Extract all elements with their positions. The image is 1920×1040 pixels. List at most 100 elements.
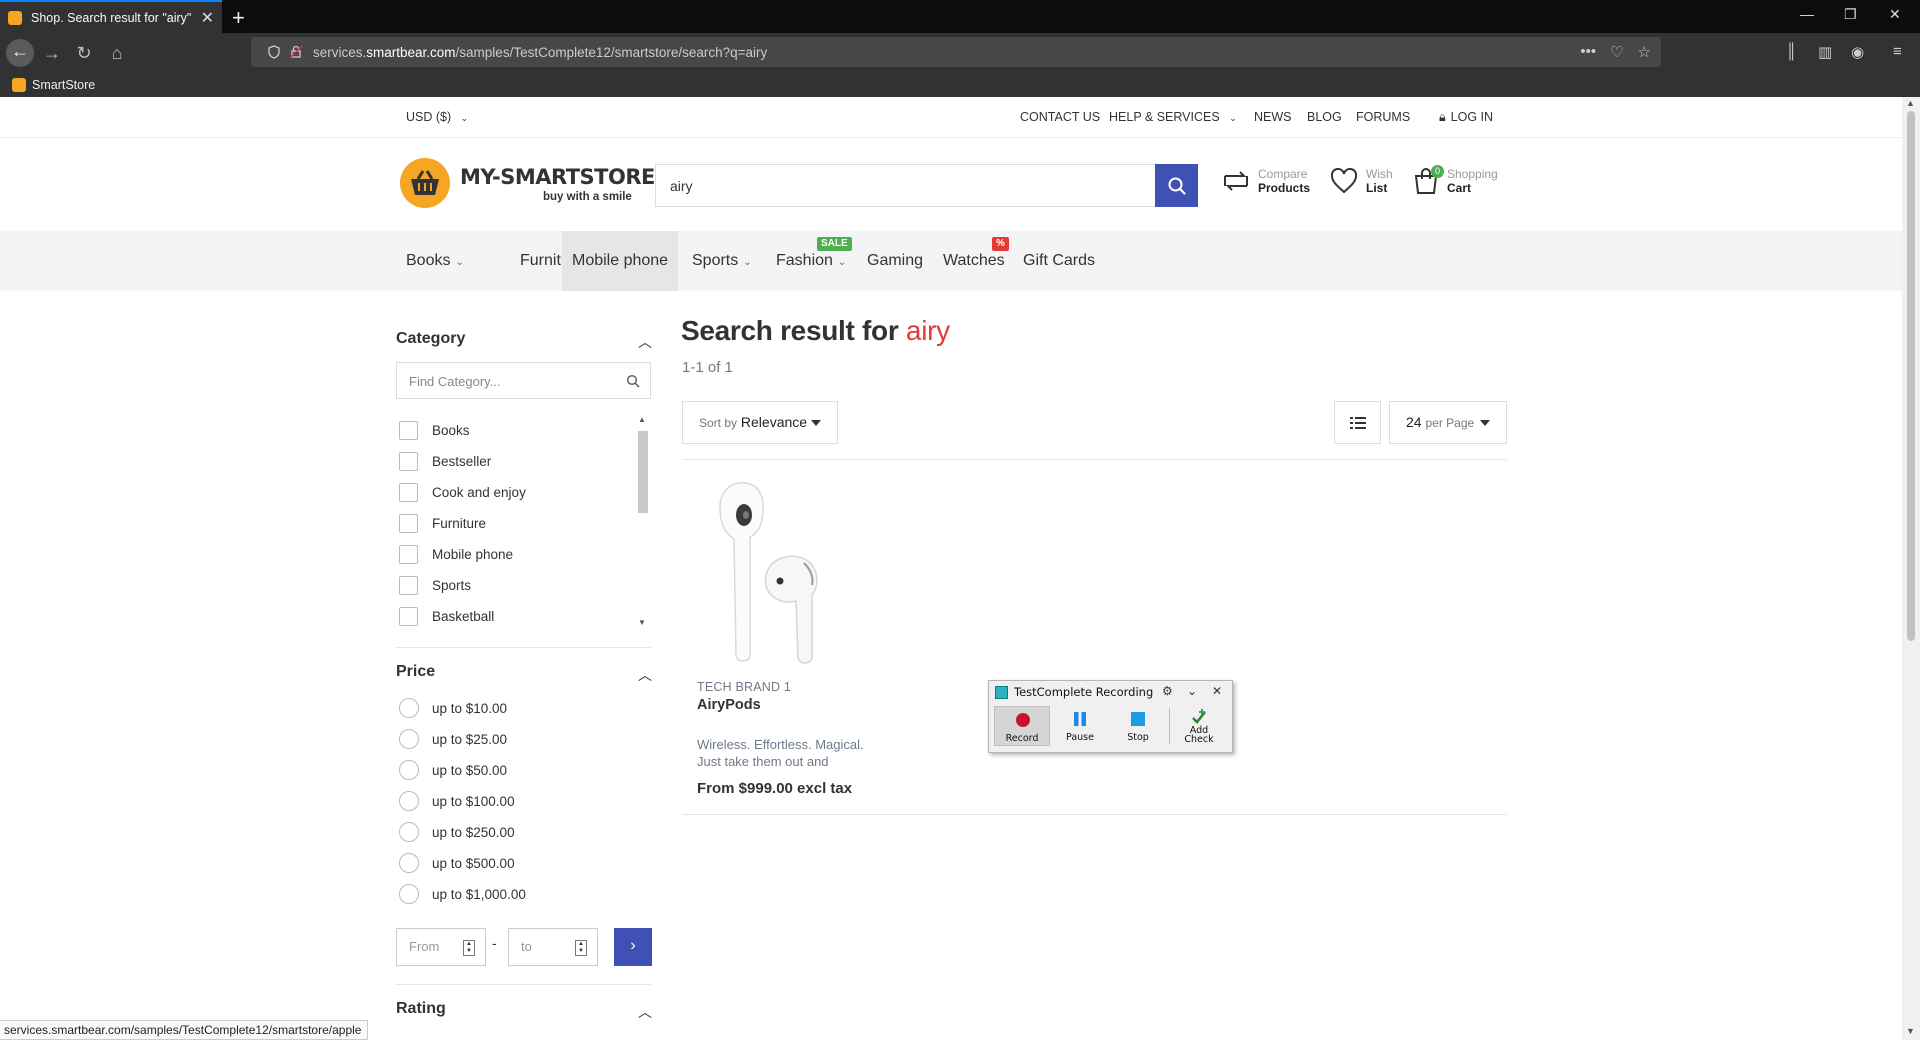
price-from-input[interactable]: From ▲ ▼: [396, 928, 486, 966]
category-option[interactable]: Cook and enjoy: [399, 483, 526, 502]
logo-basket-icon[interactable]: [400, 158, 450, 208]
per-page-dropdown[interactable]: 24 per Page: [1389, 401, 1507, 444]
radio[interactable]: [399, 884, 419, 904]
radio[interactable]: [399, 822, 419, 842]
url-bar[interactable]: services. smartbear.com/samples/TestCompl…: [251, 37, 1661, 67]
insecure-lock-icon[interactable]: [289, 45, 303, 59]
menu-item-mobile-phone[interactable]: Mobile phone: [562, 231, 679, 291]
category-option[interactable]: Basketball: [399, 607, 494, 626]
chevron-down-icon[interactable]: ⌄: [1187, 684, 1197, 698]
forward-arrow-icon[interactable]: →: [40, 41, 64, 65]
price-option[interactable]: up to $10.00: [399, 698, 507, 718]
checkbox[interactable]: [399, 576, 418, 595]
add-check-button[interactable]: Add Check: [1171, 706, 1227, 746]
wish-list-link[interactable]: Wish List: [1330, 167, 1393, 195]
category-scrollbar[interactable]: ▲ ▼: [636, 415, 650, 635]
category-option[interactable]: Furniture: [399, 514, 486, 533]
logo-text[interactable]: MY-SMARTSTORE: [460, 165, 655, 189]
forums-link[interactable]: FORUMS: [1356, 110, 1410, 124]
home-icon[interactable]: ⌂: [105, 41, 129, 65]
sort-dropdown[interactable]: Sort by Relevance: [682, 401, 838, 444]
product-image[interactable]: [700, 479, 850, 669]
radio[interactable]: [399, 760, 419, 780]
gear-icon[interactable]: ⚙: [1162, 684, 1173, 698]
account-icon[interactable]: ◉: [1851, 43, 1864, 61]
sidebar-toggle-icon[interactable]: ▥: [1818, 43, 1832, 61]
radio[interactable]: [399, 729, 419, 749]
product-brand[interactable]: TECH BRAND 1: [697, 680, 791, 694]
category-search-input[interactable]: Find Category...: [396, 362, 651, 399]
restore-icon[interactable]: ❐: [1844, 6, 1857, 23]
browser-tab[interactable]: Shop. Search result for "airy" ✕: [0, 0, 222, 33]
category-option[interactable]: Sports: [399, 576, 471, 595]
category-option[interactable]: Books: [399, 421, 470, 440]
radio[interactable]: [399, 853, 419, 873]
menu-item-gift-cards[interactable]: Gift Cards: [1013, 231, 1105, 291]
scroll-up-icon[interactable]: ▲: [1906, 98, 1915, 108]
menu-item-gaming[interactable]: Gaming: [857, 231, 933, 291]
reload-icon[interactable]: ↻: [72, 41, 96, 65]
record-button[interactable]: Record: [994, 706, 1050, 746]
number-spinner-icon[interactable]: ▲ ▼: [463, 940, 475, 956]
chevron-up-icon[interactable]: ︿: [638, 332, 652, 352]
price-option[interactable]: up to $1,000.00: [399, 884, 526, 904]
price-facet-title[interactable]: Price: [396, 663, 435, 681]
rating-facet-title[interactable]: Rating: [396, 1000, 446, 1018]
window-close-icon[interactable]: ✕: [1889, 6, 1901, 23]
checkbox[interactable]: [399, 514, 418, 533]
news-link[interactable]: NEWS: [1254, 110, 1292, 124]
chevron-up-icon[interactable]: ︿: [638, 1002, 652, 1022]
product-name-link[interactable]: AiryPods: [697, 697, 761, 713]
close-icon[interactable]: ✕: [1212, 684, 1222, 698]
shopping-cart-link[interactable]: Shopping Cart: [1413, 167, 1498, 195]
price-option[interactable]: up to $500.00: [399, 853, 515, 873]
hamburger-menu-icon[interactable]: ≡: [1893, 43, 1902, 60]
search-input[interactable]: [655, 164, 1155, 207]
checkbox[interactable]: [399, 452, 418, 471]
scrollbar-thumb[interactable]: [1907, 111, 1915, 641]
bookmark-smartstore[interactable]: SmartStore: [32, 78, 95, 92]
currency-selector[interactable]: USD ($) ⌄: [406, 110, 468, 124]
scroll-down-icon[interactable]: ▼: [1906, 1026, 1915, 1036]
help-services-menu[interactable]: HELP & SERVICES ⌄: [1109, 110, 1237, 124]
scroll-up-icon[interactable]: ▲: [638, 415, 646, 424]
price-option[interactable]: up to $100.00: [399, 791, 515, 811]
price-to-input[interactable]: to ▲ ▼: [508, 928, 598, 966]
category-facet-title[interactable]: Category: [396, 330, 465, 348]
new-tab-icon[interactable]: +: [232, 5, 245, 31]
radio[interactable]: [399, 791, 419, 811]
contact-us-link[interactable]: CONTACT US: [1020, 110, 1100, 124]
page-actions-icon[interactable]: •••: [1580, 43, 1596, 61]
price-option[interactable]: up to $250.00: [399, 822, 515, 842]
search-button[interactable]: [1155, 164, 1198, 207]
chevron-up-icon[interactable]: ︿: [638, 665, 652, 685]
pocket-icon[interactable]: ♡: [1610, 43, 1623, 61]
compare-products-link[interactable]: Compare Products: [1222, 167, 1310, 195]
price-apply-button[interactable]: ›: [614, 928, 652, 966]
library-icon[interactable]: ║: [1786, 43, 1797, 60]
checkbox[interactable]: [399, 483, 418, 502]
radio[interactable]: [399, 698, 419, 718]
bookmark-star-icon[interactable]: ☆: [1638, 43, 1651, 61]
list-view-button[interactable]: [1334, 401, 1381, 444]
login-link[interactable]: 🔒︎ LOG IN: [1439, 110, 1493, 125]
menu-item-sports[interactable]: Sports ⌄: [682, 231, 762, 291]
menu-item-books[interactable]: Books ⌄: [396, 231, 474, 291]
back-arrow-icon[interactable]: ←: [6, 39, 34, 67]
number-spinner-icon[interactable]: ▲ ▼: [575, 940, 587, 956]
scrollbar-thumb[interactable]: [638, 431, 648, 513]
tracking-shield-icon[interactable]: [267, 45, 281, 59]
checkbox[interactable]: [399, 607, 418, 626]
scroll-down-icon[interactable]: ▼: [638, 618, 646, 627]
pause-button[interactable]: Pause: [1052, 706, 1108, 746]
category-option[interactable]: Mobile phone: [399, 545, 513, 564]
checkbox[interactable]: [399, 421, 418, 440]
category-option[interactable]: Bestseller: [399, 452, 491, 471]
stop-button[interactable]: Stop: [1110, 706, 1166, 746]
price-option[interactable]: up to $25.00: [399, 729, 507, 749]
minimize-icon[interactable]: —: [1800, 6, 1814, 22]
checkbox[interactable]: [399, 545, 418, 564]
tab-close-icon[interactable]: ✕: [201, 8, 214, 28]
price-option[interactable]: up to $50.00: [399, 760, 507, 780]
blog-link[interactable]: BLOG: [1307, 110, 1342, 124]
